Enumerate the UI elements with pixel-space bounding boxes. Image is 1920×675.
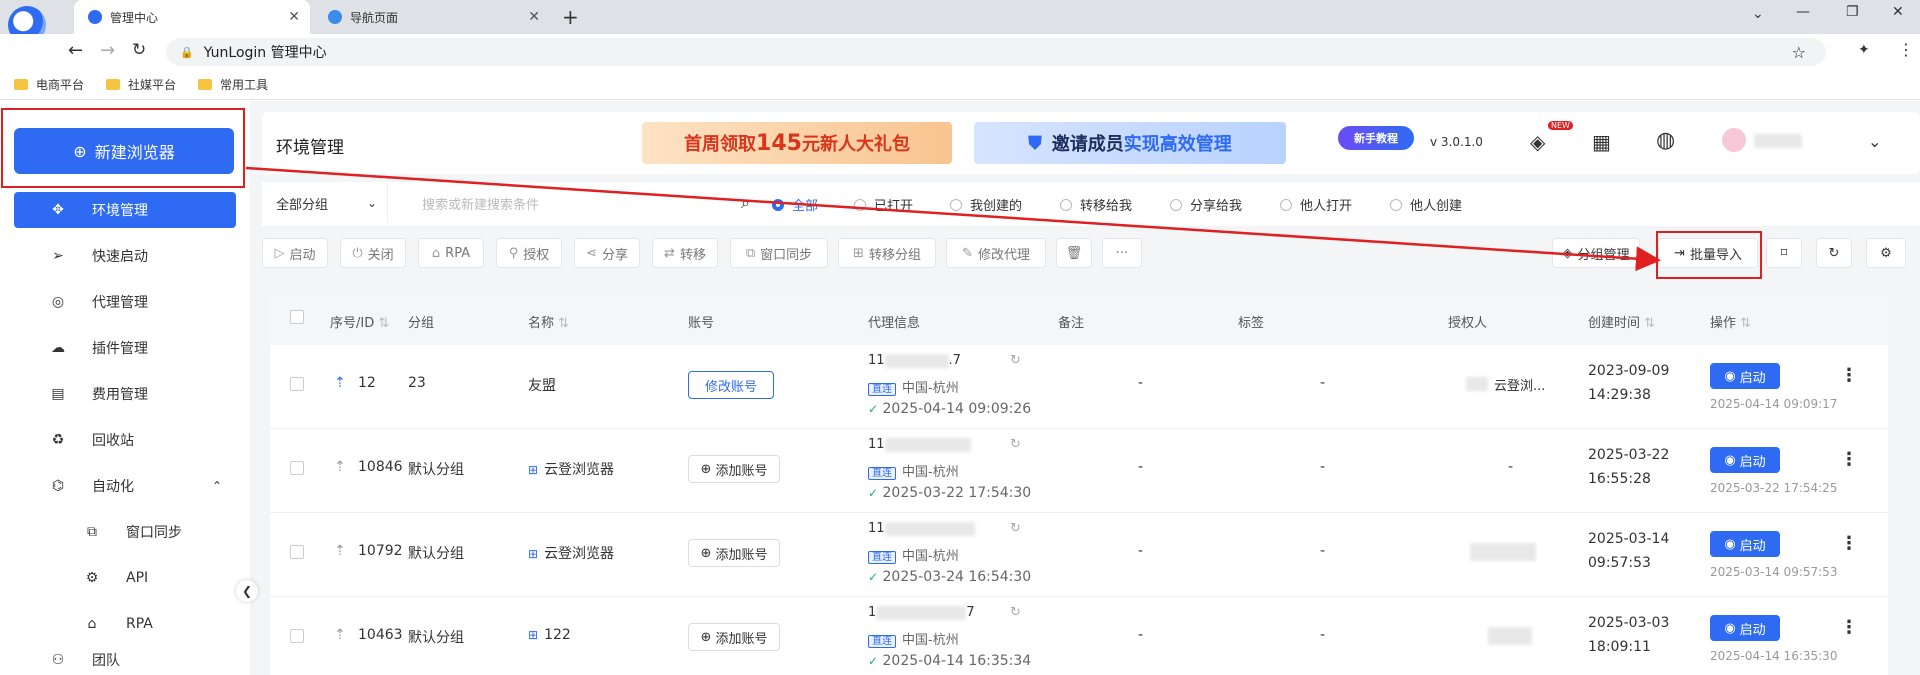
proxy-location: 直连 中国-杭州	[868, 461, 959, 480]
pin-icon[interactable]: ⇡	[334, 543, 346, 559]
add-account-button[interactable]: ⊕ 添加账号	[688, 455, 780, 483]
row-start-button[interactable]: ◉ 启动	[1710, 531, 1780, 557]
row-created-time: 16:55:28	[1588, 471, 1651, 487]
row-authorizer: 云登浏...	[1494, 379, 1546, 394]
windows-icon: ⊞	[528, 628, 539, 642]
row-name: 友盟	[528, 378, 556, 394]
proxy-ip: 11	[868, 437, 971, 452]
table-row[interactable]: ⇡ 12 23 友盟 修改账号 11.7 ↻ 直连 中国-杭州 ✓ 2025-04…	[270, 345, 1888, 429]
row-created-time: 18:09:11	[1588, 639, 1651, 655]
modify-account-button[interactable]: 修改账号	[688, 371, 774, 399]
row-checkbox[interactable]	[290, 377, 304, 391]
row-more-icon[interactable]: ⋮	[1840, 533, 1858, 554]
add-account-button[interactable]: ⊕ 添加账号	[688, 623, 780, 651]
pin-icon[interactable]: ⇡	[334, 627, 346, 643]
row-last-start: 2025-04-14 16:35:30	[1710, 649, 1838, 663]
table-row[interactable]: ⇡ 10846 默认分组 ⊞ 云登浏览器 ⊕ 添加账号 11 ↻ 直连 中国-杭州 ✓…	[270, 429, 1888, 513]
proxy-location: 直连 中国-杭州	[868, 545, 959, 564]
column-header-authorizer: 授权人	[1448, 316, 1488, 331]
select-all-checkbox[interactable]	[290, 310, 304, 324]
row-last-start: 2025-03-14 09:57:53	[1710, 565, 1838, 579]
row-label: -	[1320, 459, 1326, 475]
browser-icon: ◉	[1724, 368, 1736, 384]
row-created-time: 09:57:53	[1588, 555, 1651, 571]
row-created-date: 2025-03-22	[1588, 447, 1670, 463]
pin-icon[interactable]: ⇡	[334, 459, 346, 475]
column-header-proxy: 代理信息	[868, 316, 921, 331]
row-name: ⊞ 云登浏览器	[528, 462, 615, 478]
row-created-date: 2025-03-14	[1588, 531, 1670, 547]
proxy-check-time: ✓ 2025-04-14 16:35:34	[868, 653, 1032, 669]
proxy-ip: 11.7	[868, 353, 961, 368]
row-id: 10846	[358, 459, 403, 475]
proxy-ip: 11	[868, 521, 975, 536]
proxy-ip: 17	[868, 605, 975, 620]
column-header-label: 标签	[1238, 316, 1265, 331]
row-group: 默认分组	[408, 462, 464, 478]
row-last-start: 2025-04-14 09:09:17	[1710, 397, 1838, 411]
row-created-date: 2023-09-09	[1588, 363, 1670, 379]
proxy-check-time: ✓ 2025-03-22 17:54:30	[868, 485, 1032, 501]
proxy-refresh-icon[interactable]: ↻	[1010, 353, 1021, 368]
row-last-start: 2025-03-22 17:54:25	[1710, 481, 1838, 495]
proxy-location: 直连 中国-杭州	[868, 377, 959, 396]
row-created-time: 14:29:38	[1588, 387, 1651, 403]
row-authorizer: -	[1508, 459, 1514, 475]
proxy-check-time: ✓ 2025-04-14 09:09:26	[868, 401, 1032, 417]
row-id: 10463	[358, 627, 403, 643]
row-start-button[interactable]: ◉ 启动	[1710, 363, 1780, 389]
proxy-refresh-icon[interactable]: ↻	[1010, 605, 1021, 620]
row-note: -	[1138, 375, 1144, 391]
proxy-refresh-icon[interactable]: ↻	[1010, 437, 1021, 452]
row-id: 10792	[358, 543, 403, 559]
row-note: -	[1138, 627, 1144, 643]
proxy-check-time: ✓ 2025-03-24 16:54:30	[868, 569, 1032, 585]
row-more-icon[interactable]: ⋮	[1840, 449, 1858, 470]
pin-icon[interactable]: ⇡	[334, 375, 346, 391]
column-header-created[interactable]: 创建时间 ⇅	[1588, 312, 1655, 331]
authorizer-redacted	[1470, 543, 1536, 561]
add-account-button[interactable]: ⊕ 添加账号	[688, 539, 780, 567]
row-group: 默认分组	[408, 630, 464, 646]
proxy-refresh-icon[interactable]: ↻	[1010, 521, 1021, 536]
row-more-icon[interactable]: ⋮	[1840, 365, 1858, 386]
row-note: -	[1138, 543, 1144, 559]
column-header-account: 账号	[688, 316, 715, 331]
table-header: 序号/ID ⇅ 分组 名称 ⇅ 账号 代理信息 备注 标签 授权人 创建时间 ⇅…	[270, 295, 1888, 345]
column-header-note: 备注	[1058, 316, 1085, 331]
row-checkbox[interactable]	[290, 545, 304, 559]
row-name: ⊞ 云登浏览器	[528, 546, 615, 562]
row-checkbox[interactable]	[290, 461, 304, 475]
row-id: 12	[358, 375, 376, 391]
row-created-date: 2025-03-03	[1588, 615, 1670, 631]
column-header-name[interactable]: 名称 ⇅	[528, 312, 569, 331]
browser-icon: ◉	[1724, 452, 1736, 468]
row-start-button[interactable]: ◉ 启动	[1710, 615, 1780, 641]
row-checkbox[interactable]	[290, 629, 304, 643]
row-group: 默认分组	[408, 546, 464, 562]
browser-icon: ◉	[1724, 536, 1736, 552]
windows-icon: ⊞	[528, 463, 539, 477]
table-row[interactable]: ⇡ 10463 默认分组 ⊞ 122 ⊕ 添加账号 17 ↻ 直连 中国-杭州 ✓ 2…	[270, 597, 1888, 675]
row-group: 23	[408, 375, 426, 391]
column-header-group: 分组	[408, 316, 435, 331]
row-more-icon[interactable]: ⋮	[1840, 617, 1858, 638]
browser-icon: ◉	[1724, 620, 1736, 636]
column-header-id[interactable]: 序号/ID ⇅	[330, 312, 389, 331]
authorizer-avatar	[1466, 377, 1488, 391]
column-header-actions[interactable]: 操作 ⇅	[1710, 312, 1751, 331]
row-name: ⊞ 122	[528, 627, 571, 643]
authorizer-redacted	[1488, 627, 1532, 645]
proxy-location: 直连 中国-杭州	[868, 629, 959, 648]
row-label: -	[1320, 627, 1326, 643]
row-label: -	[1320, 543, 1326, 559]
table-row[interactable]: ⇡ 10792 默认分组 ⊞ 云登浏览器 ⊕ 添加账号 11 ↻ 直连 中国-杭州 ✓…	[270, 513, 1888, 597]
row-note: -	[1138, 459, 1144, 475]
row-label: -	[1320, 375, 1326, 391]
row-start-button[interactable]: ◉ 启动	[1710, 447, 1780, 473]
windows-icon: ⊞	[528, 547, 539, 561]
